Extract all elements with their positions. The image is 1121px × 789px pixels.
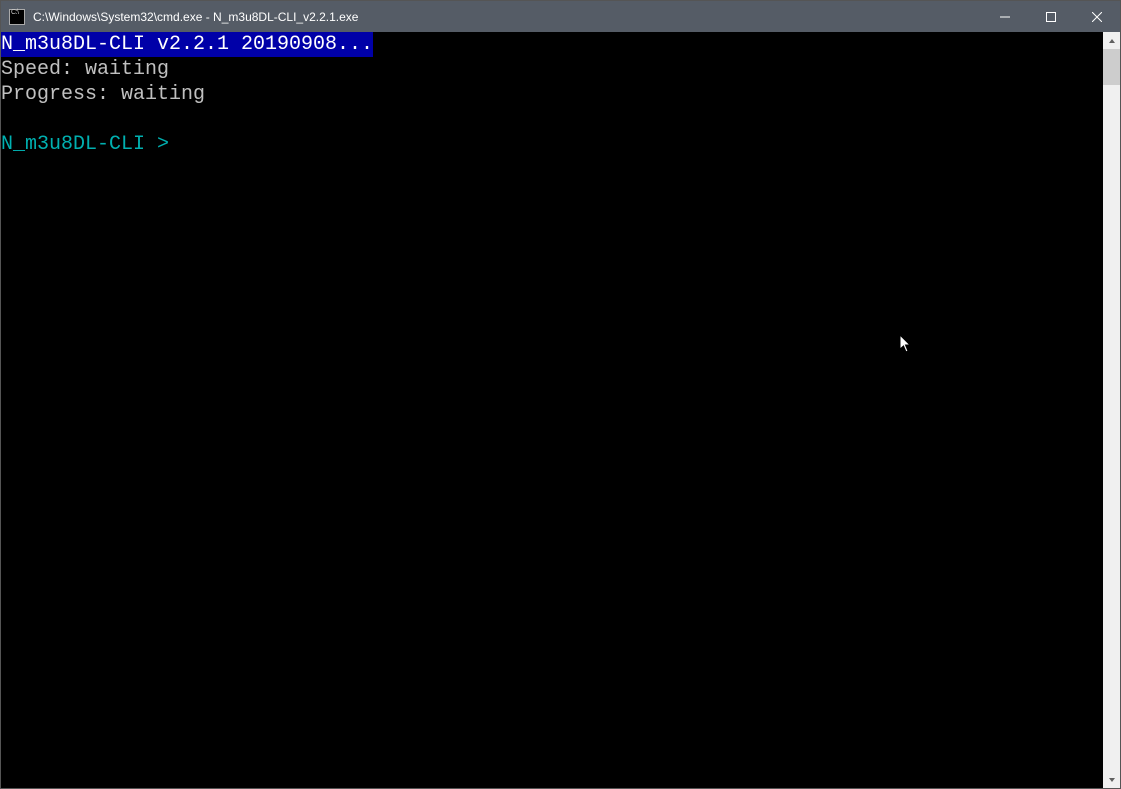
title-bar[interactable]: C:\Windows\System32\cmd.exe - N_m3u8DL-C…	[1, 1, 1120, 32]
mouse-cursor-icon	[804, 310, 912, 387]
vertical-scrollbar[interactable]	[1103, 32, 1120, 788]
window-controls	[982, 1, 1120, 32]
minimize-button[interactable]	[982, 1, 1028, 32]
app-header-line: N_m3u8DL-CLI v2.2.1 20190908...	[1, 32, 373, 57]
progress-line: Progress: waiting	[1, 83, 205, 106]
client-area: N_m3u8DL-CLI v2.2.1 20190908... Speed: w…	[1, 32, 1120, 788]
scroll-track[interactable]	[1103, 49, 1120, 771]
terminal-output[interactable]: N_m3u8DL-CLI v2.2.1 20190908... Speed: w…	[1, 32, 1103, 788]
cmd-window: C:\Windows\System32\cmd.exe - N_m3u8DL-C…	[0, 0, 1121, 789]
cmd-icon	[9, 9, 25, 25]
speed-line: Speed: waiting	[1, 58, 169, 81]
window-title: C:\Windows\System32\cmd.exe - N_m3u8DL-C…	[33, 10, 358, 24]
scroll-up-button[interactable]	[1103, 32, 1120, 49]
close-button[interactable]	[1074, 1, 1120, 32]
scroll-thumb[interactable]	[1103, 49, 1120, 85]
title-bar-left: C:\Windows\System32\cmd.exe - N_m3u8DL-C…	[1, 1, 358, 32]
maximize-button[interactable]	[1028, 1, 1074, 32]
scroll-down-button[interactable]	[1103, 771, 1120, 788]
cli-prompt: N_m3u8DL-CLI >	[1, 133, 181, 156]
